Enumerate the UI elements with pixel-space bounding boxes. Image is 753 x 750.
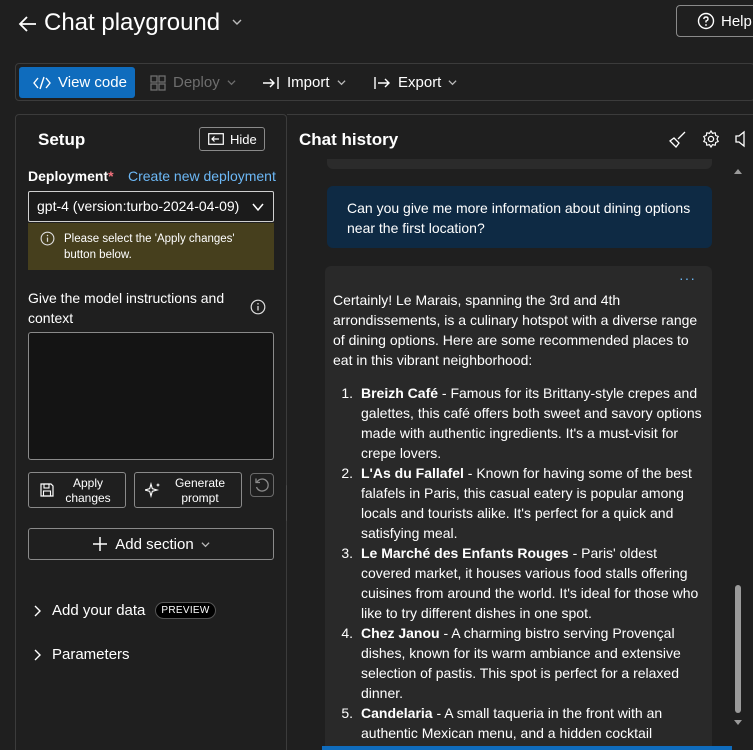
chevron-right-icon	[34, 605, 41, 616]
instructions-label: Give the model instructions and context	[28, 290, 225, 326]
chevron-down-icon	[252, 203, 264, 212]
restaurant-name: L'As du Fallafel	[361, 465, 464, 481]
info-icon	[40, 231, 55, 246]
sparkle-icon	[145, 482, 160, 498]
import-icon	[263, 76, 279, 89]
list-number: 4.	[341, 625, 353, 641]
hide-panel-icon	[208, 133, 224, 145]
export-button[interactable]: Export	[373, 67, 457, 98]
chat-history-panel: Chat history Can you give me more inform…	[287, 114, 753, 750]
help-label: Help	[721, 12, 752, 30]
restaurant-name: Candelaria	[361, 705, 433, 721]
parameters-label: Parameters	[52, 646, 130, 663]
list-item: 4. Chez Janou - A charming bistro servin…	[333, 623, 704, 703]
apply-notice: Please select the 'Apply changes' button…	[28, 223, 274, 270]
export-label: Export	[398, 74, 442, 91]
chevron-right-icon	[34, 649, 41, 660]
add-section-button[interactable]: Add section	[28, 528, 274, 560]
list-number: 1.	[341, 385, 353, 401]
save-icon	[40, 483, 54, 497]
list-item-text: Chez Janou - A charming bistro serving P…	[361, 623, 704, 703]
reset-icon	[255, 478, 269, 492]
add-section-label: Add section	[115, 535, 194, 553]
apply-label-line1: Apply	[72, 476, 104, 490]
restaurant-list: 1. Breizh Café - Famous for its Brittany…	[333, 383, 704, 743]
preview-badge: PREVIEW	[155, 602, 216, 619]
input-focus-bar	[322, 746, 732, 750]
setup-title: Setup	[38, 130, 86, 149]
add-icon	[93, 537, 108, 551]
user-message: Can you give me more information about d…	[327, 186, 712, 248]
back-arrow-icon[interactable]	[18, 14, 38, 34]
code-icon	[33, 76, 51, 89]
restaurant-name: Breizh Café	[361, 385, 439, 401]
gear-icon[interactable]	[702, 130, 720, 148]
list-item: 1. Breizh Café - Famous for its Brittany…	[333, 383, 704, 463]
notice-text: Please select the 'Apply changes' button…	[64, 233, 235, 261]
chevron-down-icon	[448, 80, 457, 86]
export-icon	[374, 76, 390, 89]
list-item: 3. Le Marché des Enfants Rouges - Paris'…	[333, 543, 704, 623]
list-item-text: Breizh Café - Famous for its Brittany-st…	[361, 383, 704, 463]
info-icon[interactable]	[250, 299, 266, 315]
assistant-message: ··· Certainly! Le Marais, spanning the 3…	[325, 266, 712, 750]
generate-label-line1: Generate	[174, 476, 226, 490]
speaker-icon[interactable]	[733, 130, 751, 148]
list-item-text: Candelaria - A small taqueria in the fro…	[361, 703, 704, 743]
more-options-icon[interactable]: ···	[679, 268, 696, 288]
hide-label: Hide	[230, 131, 257, 147]
generate-prompt-button[interactable]: Generate prompt	[134, 472, 242, 508]
help-icon	[697, 12, 715, 30]
title-bar: Chat playground Help	[0, 0, 753, 50]
deploy-button[interactable]: Deploy	[150, 67, 236, 98]
add-your-data-section[interactable]: Add your data PREVIEW	[32, 602, 216, 619]
list-number: 5.	[341, 705, 353, 721]
previous-message	[327, 159, 712, 169]
scrollbar-thumb[interactable]	[735, 585, 741, 713]
broom-icon[interactable]	[669, 130, 687, 148]
message-list: Can you give me more information about d…	[287, 159, 737, 750]
scroll-up-arrow-icon[interactable]	[733, 167, 743, 175]
user-message-text: Can you give me more information about d…	[347, 200, 691, 236]
chevron-down-icon	[227, 80, 236, 86]
restaurant-name: Chez Janou	[361, 625, 440, 641]
apply-label-line2: changes	[65, 491, 111, 505]
toolbar: View code Deploy Import Export	[15, 63, 753, 101]
apply-changes-button[interactable]: Apply changes	[28, 472, 126, 508]
required-mark: *	[108, 168, 114, 184]
list-number: 3.	[341, 545, 353, 561]
help-button[interactable]: Help	[676, 5, 753, 37]
list-item: 2. L'As du Fallafel - Known for having s…	[333, 463, 704, 543]
scroll-down-arrow-icon[interactable]	[733, 719, 743, 727]
view-code-button[interactable]: View code	[19, 67, 135, 98]
deploy-label: Deploy	[173, 74, 220, 91]
reset-button[interactable]	[250, 473, 274, 497]
list-item-text: L'As du Fallafel - Known for having some…	[361, 463, 704, 543]
assistant-intro: Certainly! Le Marais, spanning the 3rd a…	[333, 292, 698, 368]
chevron-down-icon	[336, 80, 346, 86]
import-button[interactable]: Import	[262, 67, 346, 98]
parameters-section[interactable]: Parameters	[32, 646, 130, 663]
list-item-text: Le Marché des Enfants Rouges - Paris' ol…	[361, 543, 704, 623]
list-number: 2.	[341, 465, 353, 481]
deployment-select[interactable]: gpt-4 (version:turbo-2024-04-09)	[28, 191, 274, 222]
list-item: 5. Candelaria - A small taqueria in the …	[333, 703, 704, 743]
page-title: Chat playground	[44, 9, 221, 36]
deployment-value: gpt-4 (version:turbo-2024-04-09)	[37, 198, 240, 214]
view-code-label: View code	[58, 74, 127, 91]
deployment-label: Deployment*	[28, 168, 114, 184]
chevron-down-icon[interactable]	[232, 17, 242, 27]
chevron-down-icon	[201, 541, 210, 547]
hide-button[interactable]: Hide	[199, 127, 265, 151]
generate-label-line2: prompt	[181, 491, 219, 505]
instructions-textarea[interactable]	[28, 332, 274, 460]
create-deployment-link[interactable]: Create new deployment	[128, 168, 276, 184]
import-label: Import	[287, 74, 330, 91]
chat-history-title: Chat history	[299, 130, 399, 149]
add-data-label: Add your data	[52, 602, 146, 619]
deploy-icon	[150, 74, 166, 91]
setup-panel: Setup Hide Deployment* Create new deploy…	[15, 114, 287, 750]
restaurant-name: Le Marché des Enfants Rouges	[361, 545, 569, 561]
